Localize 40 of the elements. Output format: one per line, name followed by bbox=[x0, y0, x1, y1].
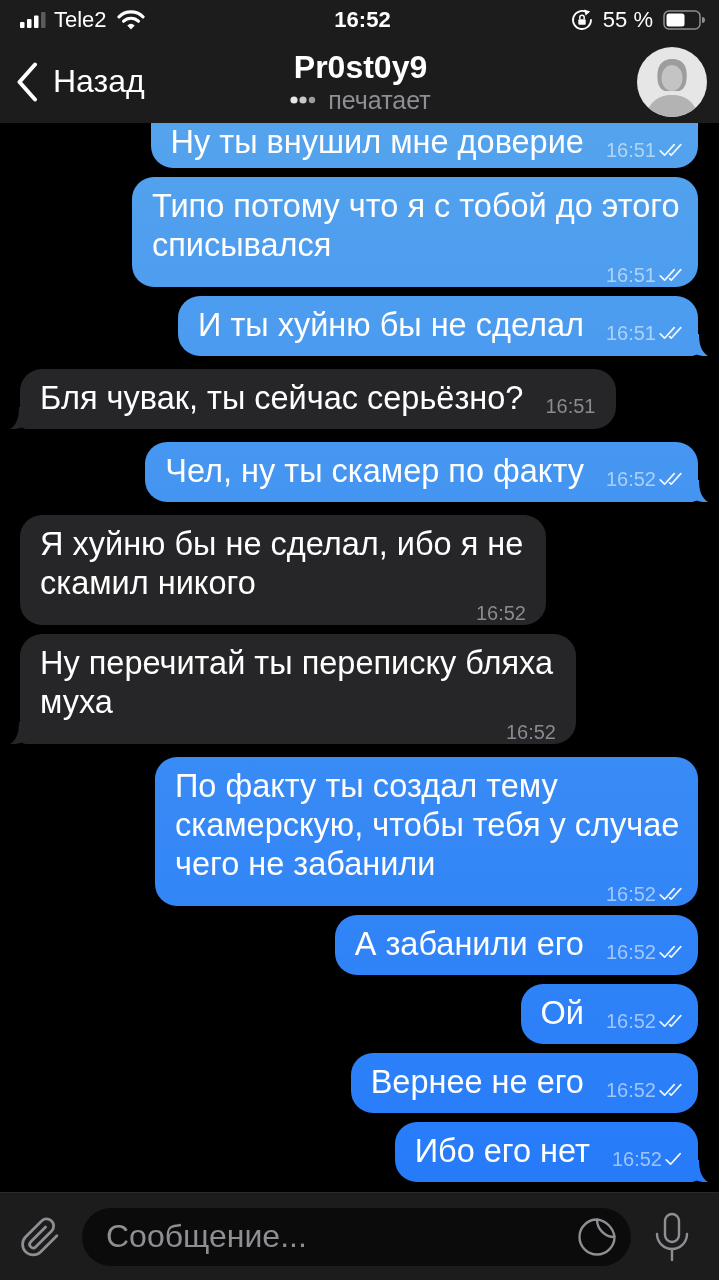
typing-status: печатает bbox=[328, 85, 431, 114]
message-text: Типо потому что я с тобой до этого списывался bbox=[152, 187, 681, 265]
message-time: 16:51 bbox=[545, 396, 596, 416]
message-time: 16:52 bbox=[605, 469, 656, 489]
message-time: 16:51 bbox=[605, 140, 656, 160]
message-text: Вернее не его bbox=[370, 1063, 584, 1102]
message-time: 16:52 bbox=[605, 942, 656, 962]
message-text: Я хуйню бы не сделал, ибо я не скамил никого bbox=[40, 525, 525, 603]
battery-percentage: 55 % bbox=[602, 9, 653, 31]
back-button[interactable]: Назад bbox=[14, 61, 149, 102]
typing-dots-icon bbox=[290, 95, 317, 104]
message-time: 16:52 bbox=[611, 1149, 662, 1169]
message-time: 16:52 bbox=[475, 603, 526, 623]
signal-icon bbox=[20, 12, 46, 28]
microphone-icon[interactable] bbox=[654, 1211, 690, 1262]
rotation-lock-icon bbox=[570, 9, 593, 31]
battery-icon bbox=[663, 10, 705, 30]
message-text: По факту ты создал тему скамерскую, чтобы тебя у случае чего не забанили bbox=[175, 767, 681, 884]
message-text: И ты хуйню бы не сделал bbox=[198, 306, 584, 345]
sticker-icon[interactable] bbox=[577, 1216, 617, 1257]
message-time: 16:52 bbox=[605, 884, 656, 904]
message-text: Ой bbox=[540, 994, 584, 1033]
message-text: Ну перечитай ты переписку бляха муха bbox=[40, 644, 554, 722]
message-time: 16:51 bbox=[605, 265, 656, 285]
chevron-left-icon bbox=[16, 61, 38, 102]
avatar-icon[interactable] bbox=[637, 46, 707, 117]
message-time: 16:51 bbox=[605, 323, 656, 343]
message-text: А забанили его bbox=[354, 925, 584, 964]
message-text: Чел, ну ты скамер по факту bbox=[165, 452, 584, 491]
clock-time: 16:52 bbox=[334, 9, 391, 31]
wifi-icon bbox=[116, 10, 145, 30]
message-time: 16:52 bbox=[505, 722, 556, 742]
chat-title: Pr0st0y9 bbox=[293, 49, 428, 84]
message-input-field[interactable]: Сообщение... bbox=[82, 1207, 631, 1266]
message-time: 16:52 bbox=[605, 1080, 656, 1100]
message-time: 16:52 bbox=[605, 1011, 656, 1031]
message-text: Ну ты внушил мне доверие bbox=[170, 123, 584, 162]
message-text: Бля чувак, ты сейчас серьёзно? bbox=[40, 379, 524, 418]
carrier-name: Tele2 bbox=[54, 9, 107, 31]
message-text: Ибо его нет bbox=[414, 1132, 590, 1171]
